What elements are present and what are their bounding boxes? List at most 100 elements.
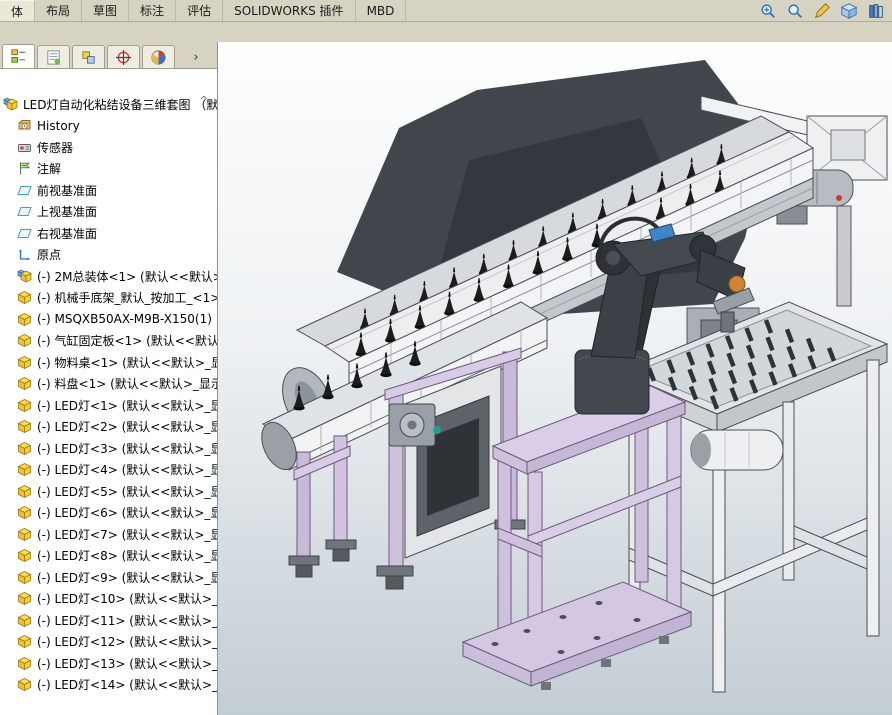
ribbon-tab[interactable]: 草图 bbox=[82, 0, 129, 21]
tree-item-label: (-) LED灯<8> (默认<<默认>_显 bbox=[37, 547, 217, 564]
part-icon bbox=[17, 290, 32, 305]
sensor-icon bbox=[17, 140, 32, 155]
tree-item[interactable]: (-) LED灯<13> (默认<<默认>_! bbox=[0, 653, 217, 675]
ribbon-tab[interactable]: 评估 bbox=[176, 0, 223, 21]
tree-item[interactable]: (-) LED灯<14> (默认<<默认>_! bbox=[0, 674, 217, 696]
part-icon bbox=[17, 548, 32, 563]
tree-item-label: 注解 bbox=[37, 160, 61, 177]
tree-root-label: LED灯自动化粘结设备三维套图 （默认 bbox=[23, 96, 217, 113]
tree-item[interactable]: (-) MSQXB50AX-M9B-X150(1) bbox=[0, 309, 217, 331]
zoom-to-fit-icon[interactable] bbox=[757, 1, 779, 20]
ribbon-tab[interactable]: MBD bbox=[356, 0, 407, 21]
tree-item-label: (-) LED灯<13> (默认<<默认>_! bbox=[37, 655, 217, 672]
part-icon bbox=[17, 312, 32, 327]
tree-item-label: (-) LED灯<2> (默认<<默认>_显 bbox=[37, 418, 217, 435]
tree-item[interactable]: (-) LED灯<6> (默认<<默认>_显 bbox=[0, 502, 217, 524]
design-library-icon[interactable] bbox=[865, 1, 887, 20]
featuremanager-tab[interactable] bbox=[2, 44, 35, 68]
part-icon bbox=[17, 656, 32, 671]
assembly-icon bbox=[3, 97, 18, 112]
tree-item[interactable]: (-) 料盘<1> (默认<<默认>_显示 bbox=[0, 373, 217, 395]
ribbon-tab[interactable]: 体 bbox=[0, 0, 35, 21]
tree-item-label: (-) LED灯<1> (默认<<默认>_显 bbox=[37, 397, 217, 414]
plane-icon bbox=[17, 183, 32, 198]
part-icon bbox=[17, 591, 32, 606]
part-icon bbox=[17, 333, 32, 348]
feature-tree-area: LED灯自动化粘结设备三维套图 （默认 ^ History 传感器注解前视基准面上… bbox=[0, 68, 217, 715]
plane-icon bbox=[17, 226, 32, 241]
tree-item[interactable]: (-) LED灯<3> (默认<<默认>_显 bbox=[0, 438, 217, 460]
tree-item[interactable]: (-) 气缸固定板<1> (默认<<默认 bbox=[0, 330, 217, 352]
part-icon bbox=[17, 484, 32, 499]
part-icon bbox=[17, 441, 32, 456]
3d-model-scene bbox=[218, 42, 892, 715]
propertymanager-tab[interactable] bbox=[37, 45, 70, 68]
tree-item-label: 右视基准面 bbox=[37, 225, 97, 242]
view-cube-icon[interactable] bbox=[838, 1, 860, 20]
tree-item-label: (-) LED灯<9> (默认<<默认>_显 bbox=[37, 569, 217, 586]
tree-item[interactable]: (-) 2M总装体<1> (默认<<默认>_显 bbox=[0, 266, 217, 288]
tree-item-label: 传感器 bbox=[37, 139, 73, 156]
tree-item[interactable]: 原点 bbox=[0, 244, 217, 266]
tree-item[interactable]: 前视基准面 bbox=[0, 180, 217, 202]
tree-item[interactable]: 上视基准面 bbox=[0, 201, 217, 223]
feature-tree: History 传感器注解前视基准面上视基准面右视基准面原点 (-) 2M总装体<1… bbox=[0, 115, 217, 696]
part-icon bbox=[17, 634, 32, 649]
solidworks-window: 体布局草图标注评估SOLIDWORKS 插件MBD › LED灯自动化粘结设备三… bbox=[0, 0, 892, 715]
ribbon-tab[interactable]: SOLIDWORKS 插件 bbox=[223, 0, 355, 21]
ribbon-tab[interactable]: 标注 bbox=[129, 0, 176, 21]
panel-tabs: › bbox=[0, 42, 217, 68]
configurationmanager-tab[interactable] bbox=[72, 45, 105, 68]
tree-item[interactable]: (-) LED灯<12> (默认<<默认>_! bbox=[0, 631, 217, 653]
tree-item-label: History bbox=[37, 119, 80, 133]
search-icon[interactable] bbox=[784, 1, 806, 20]
tree-item[interactable]: (-) LED灯<8> (默认<<默认>_显 bbox=[0, 545, 217, 567]
tree-item[interactable]: (-) LED灯<1> (默认<<默认>_显 bbox=[0, 395, 217, 417]
part-icon bbox=[17, 570, 32, 585]
tree-item[interactable]: (-) 机械手底架_默认_按加工_<1> bbox=[0, 287, 217, 309]
part-icon bbox=[17, 398, 32, 413]
ribbon-tabs: 体布局草图标注评估SOLIDWORKS 插件MBD bbox=[0, 0, 406, 21]
part-icon bbox=[17, 419, 32, 434]
part-icon bbox=[17, 376, 32, 391]
displaymanager-tab[interactable] bbox=[142, 45, 175, 68]
tree-item-label: (-) LED灯<14> (默认<<默认>_! bbox=[37, 676, 217, 693]
tree-root-assembly[interactable]: LED灯自动化粘结设备三维套图 （默认 bbox=[0, 93, 217, 115]
tree-item-label: 上视基准面 bbox=[37, 203, 97, 220]
ribbon-tab-bar: 体布局草图标注评估SOLIDWORKS 插件MBD bbox=[0, 0, 892, 22]
graphics-viewport[interactable] bbox=[217, 42, 892, 715]
ribbon-tab[interactable]: 布局 bbox=[35, 0, 82, 21]
tree-item-label: (-) LED灯<12> (默认<<默认>_! bbox=[37, 633, 217, 650]
tree-item-label: 前视基准面 bbox=[37, 182, 97, 199]
tree-item[interactable]: (-) LED灯<2> (默认<<默认>_显 bbox=[0, 416, 217, 438]
tree-item[interactable]: (-) LED灯<4> (默认<<默认>_显 bbox=[0, 459, 217, 481]
tree-item-label: 原点 bbox=[37, 246, 61, 263]
tree-item[interactable]: (-) LED灯<10> (默认<<默认>_! bbox=[0, 588, 217, 610]
markup-icon[interactable] bbox=[811, 1, 833, 20]
tree-scroll-up-button[interactable]: ^ bbox=[197, 95, 211, 109]
part-icon bbox=[17, 677, 32, 692]
part-icon bbox=[17, 355, 32, 370]
tree-item[interactable]: 右视基准面 bbox=[0, 223, 217, 245]
tree-item-label: (-) 2M总装体<1> (默认<<默认>_显 bbox=[37, 268, 217, 285]
tree-item[interactable]: History bbox=[0, 115, 217, 137]
tree-item-label: (-) 气缸固定板<1> (默认<<默认 bbox=[37, 332, 217, 349]
tree-item[interactable]: 传感器 bbox=[0, 137, 217, 159]
panel-overflow-chevron[interactable]: › bbox=[187, 46, 205, 68]
tree-item[interactable]: (-) LED灯<9> (默认<<默认>_显 bbox=[0, 567, 217, 589]
part-icon bbox=[17, 613, 32, 628]
tree-item[interactable]: (-) LED灯<5> (默认<<默认>_显 bbox=[0, 481, 217, 503]
tree-item-label: (-) 料盘<1> (默认<<默认>_显示 bbox=[37, 375, 217, 392]
part-icon bbox=[17, 505, 32, 520]
dimxpertmanager-tab[interactable] bbox=[107, 45, 140, 68]
tree-item-label: (-) MSQXB50AX-M9B-X150(1) bbox=[37, 312, 212, 326]
tree-item[interactable]: (-) LED灯<7> (默认<<默认>_显 bbox=[0, 524, 217, 546]
tree-item[interactable]: (-) 物料桌<1> (默认<<默认>_显示 bbox=[0, 352, 217, 374]
tree-item-label: (-) 物料桌<1> (默认<<默认>_显示 bbox=[37, 354, 217, 371]
tree-item[interactable]: 注解 bbox=[0, 158, 217, 180]
tree-item[interactable]: (-) LED灯<11> (默认<<默认>_! bbox=[0, 610, 217, 632]
tree-item-label: (-) LED灯<11> (默认<<默认>_! bbox=[37, 612, 217, 629]
history-icon bbox=[17, 118, 32, 133]
tree-item-label: (-) LED灯<6> (默认<<默认>_显 bbox=[37, 504, 217, 521]
tree-item-label: (-) LED灯<4> (默认<<默认>_显 bbox=[37, 461, 217, 478]
